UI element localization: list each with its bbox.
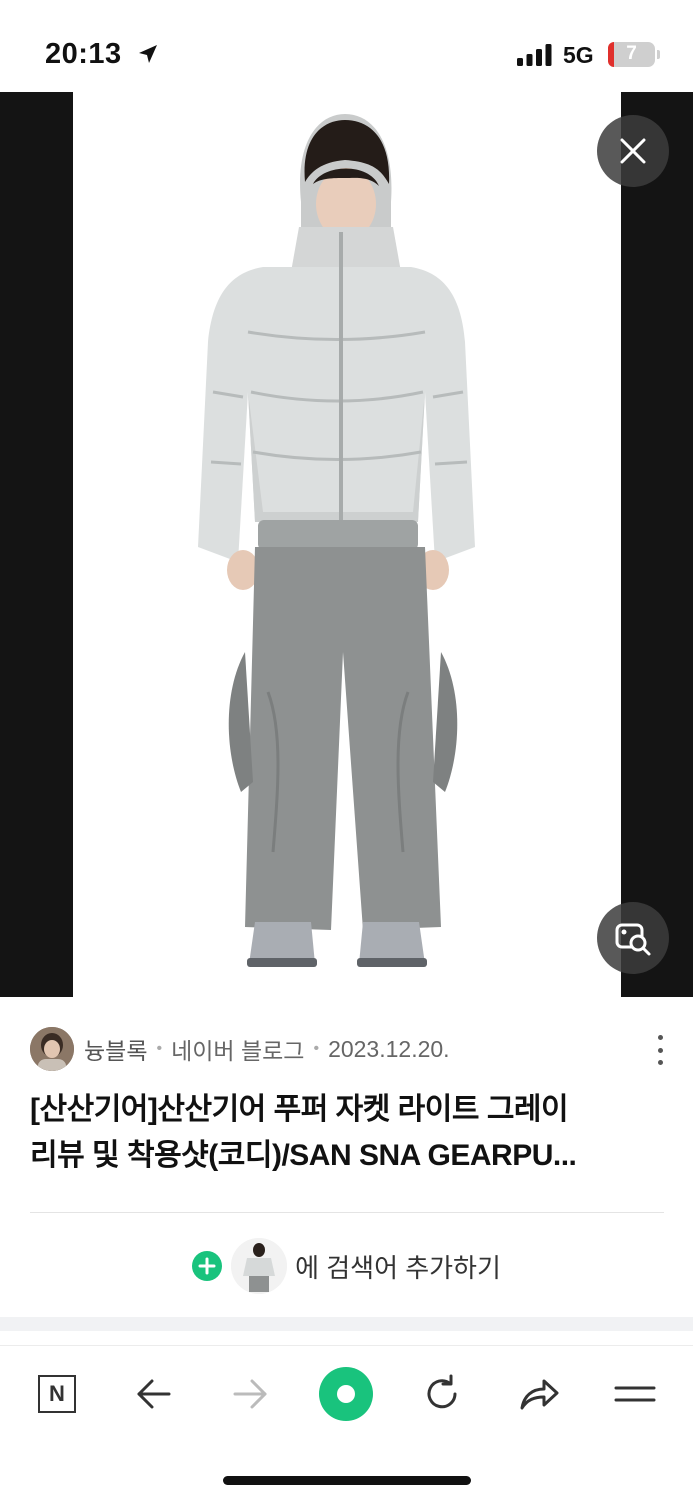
plus-circle-icon: [192, 1251, 223, 1281]
status-time: 20:13: [45, 38, 122, 70]
add-search-keyword-button[interactable]: 에 검색어 추가하기: [0, 1235, 693, 1297]
title-line-2: 리뷰 및 착용샷(코디)/SAN SNA GEARPU...: [30, 1139, 577, 1172]
naver-home-button[interactable]: N: [27, 1364, 87, 1424]
refresh-icon: [427, 1374, 457, 1409]
bottom-toolbar: N: [0, 1345, 693, 1440]
naver-home-icon: N: [38, 1375, 76, 1413]
close-icon: [620, 138, 646, 164]
author-avatar[interactable]: [30, 1027, 74, 1071]
status-bar: 20:13 5G 7: [0, 0, 693, 92]
refresh-button[interactable]: [412, 1364, 472, 1424]
share-button[interactable]: [509, 1364, 569, 1424]
model-illustration: [198, 114, 475, 967]
home-indicator[interactable]: [223, 1476, 471, 1485]
title-line-1: [산산기어]산산기어 푸퍼 자켓 라이트 그레이: [30, 1093, 569, 1126]
source-site[interactable]: 네이버 블로그: [171, 1032, 304, 1066]
back-button[interactable]: [124, 1364, 184, 1424]
close-viewer-button[interactable]: [597, 115, 669, 187]
result-title[interactable]: [산산기어]산산기어 푸퍼 자켓 라이트 그레이 리뷰 및 착용샷(코디)/SA…: [30, 1087, 660, 1179]
forward-button[interactable]: [220, 1364, 280, 1424]
separator: •: [313, 1040, 320, 1057]
image-thumbnail: [231, 1238, 288, 1294]
location-arrow-icon: [139, 45, 157, 63]
share-icon: [520, 1379, 559, 1410]
post-date: 2023.12.20.: [328, 1035, 450, 1062]
image-search-button[interactable]: [597, 902, 669, 974]
image-viewer: [0, 92, 693, 997]
result-card: 늉블록 • 네이버 블로그 • 2023.12.20. [산산기어]산산기어 푸…: [0, 997, 693, 1317]
green-dot-button[interactable]: [316, 1364, 376, 1424]
more-options-button[interactable]: [647, 1035, 673, 1065]
image-search-icon: [615, 923, 651, 956]
more-vertical-icon: [657, 1035, 663, 1040]
network-label: 5G: [563, 42, 594, 68]
menu-button[interactable]: [605, 1364, 665, 1424]
section-gap: [0, 1317, 693, 1331]
battery-level: 7: [626, 43, 637, 64]
product-photo[interactable]: [73, 92, 621, 997]
forward-arrow-icon: [233, 1379, 267, 1409]
author-name[interactable]: 늉블록: [84, 1032, 147, 1066]
add-keyword-label: 에 검색어 추가하기: [295, 1252, 501, 1283]
separator: •: [156, 1040, 163, 1057]
menu-icon: [614, 1386, 656, 1402]
battery-tip: [657, 50, 660, 59]
back-arrow-icon: [137, 1379, 171, 1409]
source-row[interactable]: 늉블록 • 네이버 블로그 • 2023.12.20.: [30, 1027, 670, 1071]
battery-indicator: 7: [608, 42, 655, 67]
divider: [30, 1212, 664, 1213]
green-dot-icon: [319, 1367, 373, 1421]
cellular-signal-icon: [517, 44, 552, 66]
